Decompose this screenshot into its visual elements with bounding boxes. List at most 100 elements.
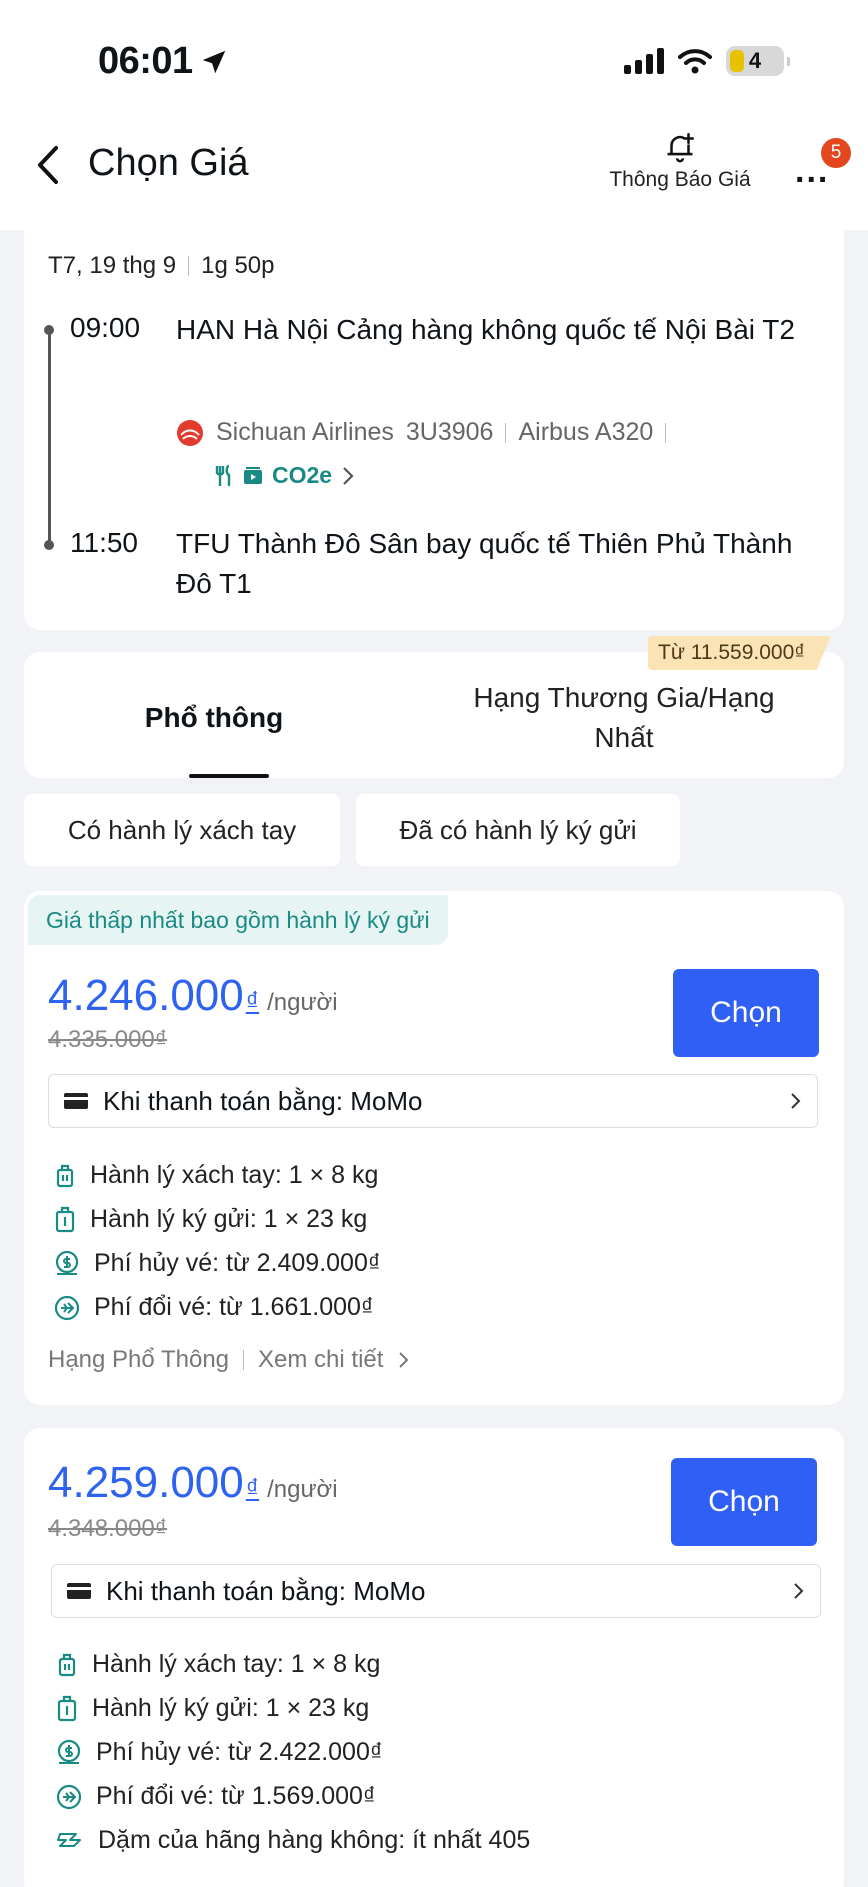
top-bar: 06:01 4 Chọn Giá Thông Báo Giá ... 5 bbox=[0, 0, 868, 230]
airline-name: Sichuan Airlines bbox=[216, 418, 394, 446]
checked-baggage-info: Hành lý ký gửi: 1 × 23 kg bbox=[56, 1694, 369, 1723]
back-chevron-icon[interactable] bbox=[30, 140, 70, 190]
price-amount: 4.259.000 bbox=[48, 1458, 244, 1507]
per-person-label: /người bbox=[267, 989, 338, 1016]
cabin-tabs: Phổ thông Hạng Thương Gia/Hạng Nhất bbox=[24, 652, 844, 778]
miles-icon bbox=[57, 1832, 81, 1847]
plane-change-icon bbox=[54, 1295, 80, 1320]
tab-economy[interactable]: Phổ thông bbox=[104, 702, 324, 734]
chevron-right-icon bbox=[794, 1583, 804, 1599]
cancel-fee-text: Phí hủy vé: từ 2.409.000₫ bbox=[94, 1249, 381, 1277]
signal-icon bbox=[624, 48, 664, 74]
price-alert-button[interactable]: Thông Báo Giá bbox=[600, 130, 760, 192]
checked-baggage-info: Hành lý ký gửi: 1 × 23 kg bbox=[54, 1205, 367, 1234]
original-price: 4.348.000₫ bbox=[48, 1515, 168, 1542]
view-details-label: Xem chi tiết bbox=[258, 1346, 384, 1373]
fare-card: 4.259.000 ₫ /người 4.348.000₫ Chọn Khi t… bbox=[24, 1428, 844, 1887]
wifi-icon bbox=[678, 49, 712, 74]
refund-icon bbox=[55, 1250, 79, 1275]
fare-details-link[interactable]: Hạng Phổ Thông Xem chi tiết bbox=[48, 1346, 411, 1374]
location-arrow-icon bbox=[202, 50, 225, 73]
carry-on-info: Hành lý xách tay: 1 × 8 kg bbox=[56, 1650, 380, 1679]
miles-text: Dặm của hãng hàng không: ít nhất 405 bbox=[98, 1826, 531, 1854]
change-fee-text: Phí đổi vé: từ 1.661.000₫ bbox=[94, 1293, 374, 1321]
carry-on-text: Hành lý xách tay: 1 × 8 kg bbox=[90, 1161, 379, 1189]
flight-summary: T7, 19 thg 9 1g 50p 09:00 HAN Hà Nội Cản… bbox=[24, 230, 844, 630]
tab-business[interactable]: Hạng Thương Gia/Hạng Nhất bbox=[454, 678, 794, 758]
fare-price: 4.259.000 ₫ /người bbox=[48, 1458, 338, 1508]
change-fee-info: Phí đổi vé: từ 1.661.000₫ bbox=[54, 1293, 374, 1322]
checked-bag-icon bbox=[55, 1206, 75, 1232]
battery-icon: 4 bbox=[726, 46, 790, 76]
currency-symbol: ₫ bbox=[245, 986, 260, 1016]
cancel-fee-info: Phí hủy vé: từ 2.409.000₫ bbox=[54, 1249, 381, 1278]
original-price: 4.335.000₫ bbox=[48, 1026, 168, 1053]
refund-icon bbox=[57, 1739, 81, 1764]
payment-label: Khi thanh toán bằng: MoMo bbox=[106, 1575, 426, 1606]
aircraft-type: Airbus A320 bbox=[518, 418, 654, 446]
business-price-tag: Từ 11.559.000₫ bbox=[648, 636, 832, 670]
per-person-label: /người bbox=[267, 1476, 338, 1503]
select-fare-button[interactable]: Chọn bbox=[671, 1458, 817, 1546]
depart-time: 09:00 bbox=[70, 312, 141, 343]
checked-baggage-text: Hành lý ký gửi: 1 × 23 kg bbox=[90, 1205, 368, 1233]
nav-bar: Chọn Giá Thông Báo Giá ... 5 bbox=[0, 130, 868, 202]
page-title: Chọn Giá bbox=[88, 142, 249, 184]
miles-info: Dặm của hãng hàng không: ít nhất 405 bbox=[56, 1826, 530, 1855]
payment-label: Khi thanh toán bằng: MoMo bbox=[103, 1085, 423, 1116]
carry-on-info: Hành lý xách tay: 1 × 8 kg bbox=[54, 1161, 378, 1190]
carry-on-bag-icon bbox=[56, 1164, 74, 1187]
fare-price: 4.246.000 ₫ /người bbox=[48, 971, 338, 1021]
change-fee-info: Phí đổi vé: từ 1.569.000₫ bbox=[56, 1782, 376, 1811]
amenities-link[interactable]: CO2e bbox=[214, 462, 356, 489]
arrive-airport: TFU Thành Đô Sân bay quốc tế Thiên Phủ T… bbox=[176, 528, 793, 599]
clock: 06:01 bbox=[98, 40, 193, 82]
fare-class-label: Hạng Phổ Thông bbox=[48, 1346, 230, 1373]
select-fare-button[interactable]: Chọn bbox=[673, 969, 819, 1057]
chevron-right-icon bbox=[399, 1352, 409, 1368]
plane-change-icon bbox=[56, 1784, 82, 1809]
lowest-price-tag: Giá thấp nhất bao gồm hành lý ký gửi bbox=[28, 895, 448, 945]
currency-symbol: ₫ bbox=[245, 1473, 260, 1503]
divider bbox=[665, 422, 667, 443]
airline-info: Sichuan Airlines 3U3906 Airbus A320 bbox=[176, 418, 667, 447]
co2-label: CO2e bbox=[272, 462, 333, 488]
depart-airport: HAN Hà Nội Cảng hàng không quốc tế Nội B… bbox=[176, 314, 795, 345]
bell-plus-icon bbox=[667, 132, 695, 163]
meal-icon bbox=[215, 464, 231, 486]
checked-baggage-text: Hành lý ký gửi: 1 × 23 kg bbox=[92, 1694, 370, 1722]
entertainment-icon bbox=[244, 466, 262, 484]
arrive-time: 11:50 bbox=[70, 527, 138, 558]
filter-carry-on[interactable]: Có hành lý xách tay bbox=[24, 794, 340, 866]
flight-duration: 1g 50p bbox=[201, 252, 275, 279]
tab-active-indicator bbox=[189, 774, 269, 778]
payment-method-row[interactable]: Khi thanh toán bằng: MoMo bbox=[48, 1074, 818, 1128]
airline-logo-icon bbox=[177, 419, 203, 446]
divider bbox=[505, 422, 507, 443]
status-time: 06:01 bbox=[98, 40, 229, 83]
flight-date: T7, 19 thg 9 bbox=[48, 252, 177, 279]
cancel-fee-text: Phí hủy vé: từ 2.422.000₫ bbox=[96, 1738, 383, 1766]
timeline-dot-arrive bbox=[44, 540, 54, 550]
flight-meta: T7, 19 thg 9 1g 50p bbox=[48, 252, 275, 280]
filter-checked-baggage[interactable]: Đã có hành lý ký gửi bbox=[356, 794, 680, 866]
payment-method-row[interactable]: Khi thanh toán bằng: MoMo bbox=[51, 1564, 821, 1618]
timeline-dot-depart bbox=[44, 325, 54, 335]
price-alert-label: Thông Báo Giá bbox=[609, 168, 751, 191]
notification-badge: 5 bbox=[821, 138, 851, 168]
price-amount: 4.246.000 bbox=[48, 971, 244, 1020]
chevron-right-icon bbox=[343, 466, 354, 485]
carry-on-bag-icon bbox=[58, 1653, 76, 1676]
checked-bag-icon bbox=[57, 1695, 77, 1721]
status-indicators: 4 bbox=[624, 46, 790, 76]
timeline-line bbox=[48, 330, 51, 545]
divider bbox=[243, 1350, 245, 1370]
card-icon bbox=[67, 1583, 91, 1599]
fare-card: Giá thấp nhất bao gồm hành lý ký gửi 4.2… bbox=[24, 891, 844, 1405]
change-fee-text: Phí đổi vé: từ 1.569.000₫ bbox=[96, 1782, 376, 1810]
card-icon bbox=[64, 1093, 88, 1109]
cancel-fee-info: Phí hủy vé: từ 2.422.000₫ bbox=[56, 1738, 383, 1767]
carry-on-text: Hành lý xách tay: 1 × 8 kg bbox=[92, 1650, 381, 1678]
divider bbox=[188, 256, 190, 276]
flight-number: 3U3906 bbox=[405, 418, 494, 446]
